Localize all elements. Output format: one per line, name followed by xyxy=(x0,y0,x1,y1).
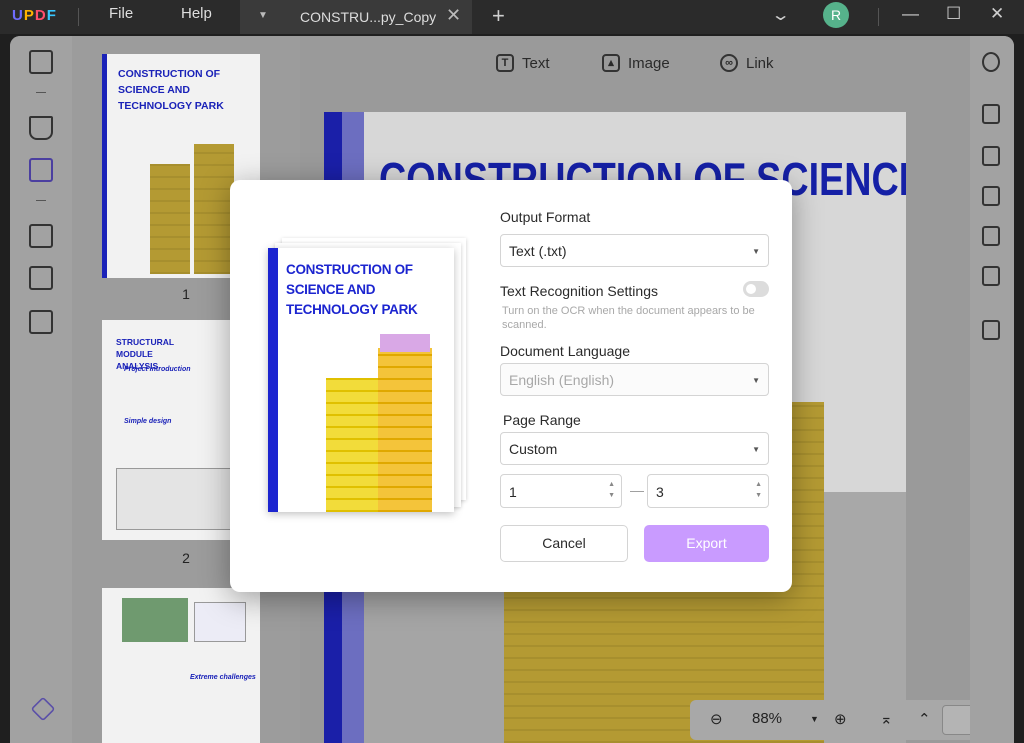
increment-icon[interactable]: ▲ xyxy=(608,481,615,488)
organize-pages-icon[interactable] xyxy=(29,224,53,248)
zoom-out-icon[interactable]: ⊖ xyxy=(710,710,723,728)
output-format-select[interactable]: Text (.txt) ▼ xyxy=(500,234,769,267)
new-tab-icon[interactable]: + xyxy=(492,3,505,29)
document-language-label: Document Language xyxy=(500,343,630,359)
document-language-select[interactable]: English (English) ▼ xyxy=(500,363,769,396)
add-image-label: Image xyxy=(628,54,670,72)
chevron-down-icon: ▼ xyxy=(752,445,760,454)
ocr-hint: Turn on the OCR when the document appear… xyxy=(502,305,755,331)
add-text-label: Text xyxy=(522,54,550,72)
output-format-label: Output Format xyxy=(500,209,591,225)
divider xyxy=(878,8,879,26)
range-from-input[interactable]: 1 ▲ ▼ xyxy=(500,474,622,508)
zoom-toolbar: ⊖ 88% ▼ ⊕ ⌅ ⌃ 1 / 3 ⌄ ⌄ ✕ xyxy=(690,700,1014,740)
thumbnail-page-3[interactable]: Extreme challenges xyxy=(102,588,260,743)
close-tab-icon[interactable]: ✕ xyxy=(446,5,461,26)
convert-icon[interactable] xyxy=(29,310,53,334)
search-icon[interactable] xyxy=(982,52,1000,72)
thumbnail-title: CONSTRUCTION OF SCIENCE AND TECHNOLOGY P… xyxy=(118,68,224,112)
ocr-icon[interactable] xyxy=(982,104,1000,124)
email-icon[interactable] xyxy=(982,266,1000,286)
zoom-in-icon[interactable]: ⊕ xyxy=(834,710,847,728)
divider xyxy=(36,92,46,93)
title-bar: UPDF File Help ▼ CONSTRU...py_Copy ✕ + ⌄… xyxy=(0,0,1024,34)
maximize-icon[interactable]: ☐ xyxy=(946,4,961,24)
updf-logo: UPDF xyxy=(12,7,57,24)
add-link-label: Link xyxy=(746,54,774,72)
preview-title: CONSTRUCTION OF SCIENCE AND TECHNOLOGY P… xyxy=(286,262,418,317)
previous-page-icon[interactable]: ⌃ xyxy=(918,710,931,728)
export-dialog: CONSTRUCTION OF SCIENCE AND TECHNOLOGY P… xyxy=(230,180,792,592)
divider xyxy=(78,8,79,26)
range-dash: — xyxy=(630,482,644,498)
text-icon: T xyxy=(496,54,514,72)
export-button[interactable]: Export xyxy=(644,525,769,562)
right-toolbar xyxy=(970,36,1014,743)
protect-icon[interactable] xyxy=(982,186,1000,206)
chevron-down-icon: ▼ xyxy=(752,247,760,256)
thumbnail-heading: Project introduction xyxy=(124,366,191,373)
chevron-down-icon: ▼ xyxy=(752,376,760,385)
edit-pdf-icon[interactable] xyxy=(29,158,53,182)
thumbnail-heading: Simple design xyxy=(124,418,172,425)
ocr-toggle[interactable] xyxy=(743,281,769,297)
tab-dropdown-icon[interactable]: ▼ xyxy=(258,10,268,21)
close-window-icon[interactable]: ✕ xyxy=(990,4,1004,24)
add-link-button[interactable]: ∞ Link xyxy=(720,54,774,72)
left-toolbar xyxy=(10,36,72,743)
add-image-button[interactable]: ▴ Image xyxy=(602,54,670,72)
reader-icon[interactable] xyxy=(29,50,53,74)
layers-icon[interactable] xyxy=(30,696,56,722)
tab-title: CONSTRU...py_Copy xyxy=(300,9,437,25)
page-range-label: Page Range xyxy=(503,412,581,428)
save-icon[interactable] xyxy=(982,320,1000,340)
crop-icon[interactable] xyxy=(29,266,53,290)
cancel-button[interactable]: Cancel xyxy=(500,525,628,562)
thumbnail-heading: Extreme challenges xyxy=(190,674,256,681)
divider xyxy=(36,200,46,201)
image-icon: ▴ xyxy=(602,54,620,72)
menu-file[interactable]: File xyxy=(109,5,133,22)
first-page-icon[interactable]: ⌅ xyxy=(880,710,893,728)
decrement-icon[interactable]: ▼ xyxy=(755,492,762,499)
convert-file-icon[interactable] xyxy=(982,146,1000,166)
document-tab[interactable]: ▼ CONSTRU...py_Copy ✕ xyxy=(240,0,472,34)
range-to-input[interactable]: 3 ▲ ▼ xyxy=(647,474,769,508)
share-icon[interactable] xyxy=(982,226,1000,246)
increment-icon[interactable]: ▲ xyxy=(755,481,762,488)
decrement-icon[interactable]: ▼ xyxy=(608,492,615,499)
ocr-label: Text Recognition Settings xyxy=(500,283,658,299)
chevron-down-icon[interactable]: ⌄ xyxy=(771,5,791,25)
document-preview: CONSTRUCTION OF SCIENCE AND TECHNOLOGY P… xyxy=(268,248,454,512)
link-icon: ∞ xyxy=(720,54,738,72)
zoom-level[interactable]: 88% xyxy=(752,710,782,727)
avatar[interactable]: R xyxy=(823,2,849,28)
add-text-button[interactable]: T Text xyxy=(496,54,550,72)
page-range-select[interactable]: Custom ▼ xyxy=(500,432,769,465)
comment-icon[interactable] xyxy=(29,116,53,140)
zoom-dropdown-icon[interactable]: ▼ xyxy=(810,714,819,724)
menu-help[interactable]: Help xyxy=(181,5,212,22)
minimize-icon[interactable]: — xyxy=(902,4,919,24)
